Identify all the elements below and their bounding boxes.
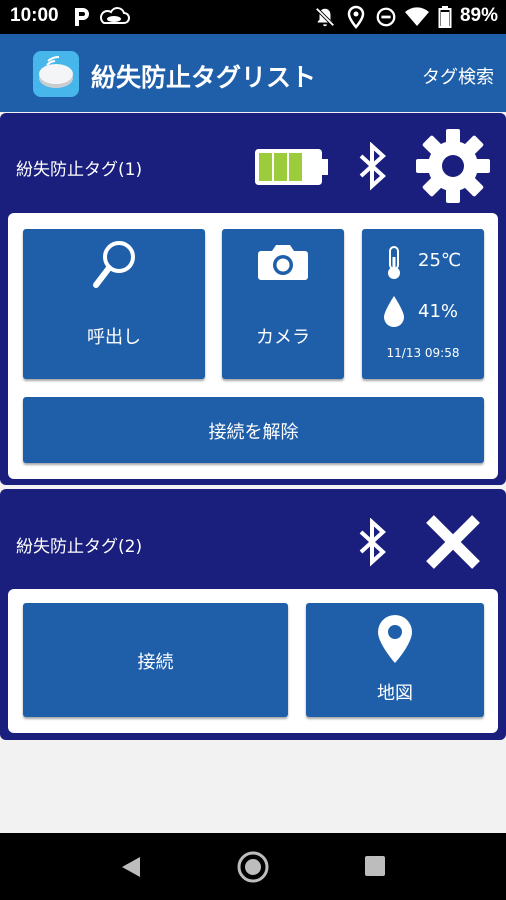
- p-icon: [75, 8, 89, 26]
- bluetooth-icon: [359, 518, 386, 567]
- do-not-disturb-icon: [376, 7, 396, 27]
- map-button[interactable]: 地図: [306, 603, 484, 717]
- humidity-value: 41%: [418, 301, 459, 322]
- close-icon[interactable]: [424, 513, 482, 571]
- app-bar: 紛失防止タグリスト タグ検索: [0, 34, 506, 112]
- navigation-bar: [0, 833, 506, 900]
- location-icon: [347, 5, 365, 29]
- map-label: 地図: [377, 683, 413, 704]
- battery-percent: 89%: [459, 5, 498, 26]
- disconnect-label: 接続を解除: [208, 422, 299, 443]
- call-label: 呼出し: [87, 327, 141, 348]
- connect-button[interactable]: 接続: [23, 603, 288, 717]
- tag-device-icon: [33, 51, 79, 97]
- call-button[interactable]: 呼出し: [23, 229, 205, 379]
- tag-search-button[interactable]: タグ検索: [422, 63, 494, 89]
- status-bar: 10:00 89%: [0, 0, 506, 34]
- battery-icon: [438, 6, 452, 28]
- camera-button[interactable]: カメラ: [222, 229, 344, 379]
- search-icon: [93, 241, 135, 288]
- home-icon[interactable]: [236, 850, 270, 884]
- tag-controls-panel: 接続 地図: [8, 589, 498, 733]
- humidity-drop-icon: [384, 296, 404, 327]
- tag-controls-panel: 呼出し カメラ 25℃ 41% 11/13 09:58 接続を解除: [8, 213, 498, 479]
- notifications-off-icon: [315, 7, 335, 27]
- settings-gear-icon[interactable]: [413, 126, 493, 206]
- recents-icon[interactable]: [364, 855, 386, 877]
- temperature-value: 25℃: [418, 250, 462, 271]
- disconnect-button[interactable]: 接続を解除: [23, 397, 484, 463]
- camera-icon: [258, 245, 308, 280]
- tag-name: 紛失防止タグ(1): [16, 160, 143, 180]
- map-pin-icon: [378, 615, 412, 663]
- status-time: 10:00: [10, 5, 59, 26]
- connect-label: 接続: [137, 652, 174, 673]
- thermometer-icon: [388, 246, 400, 279]
- back-icon[interactable]: [120, 855, 142, 879]
- app-title: 紛失防止タグリスト: [91, 63, 317, 92]
- sensor-panel: 25℃ 41% 11/13 09:58: [362, 229, 484, 379]
- tag-card-2: 紛失防止タグ(2) 接続 地図: [0, 489, 506, 740]
- sensor-timestamp: 11/13 09:58: [386, 346, 460, 360]
- cloud-icon: [100, 7, 130, 24]
- camera-label: カメラ: [256, 327, 310, 348]
- tag-card-1: 紛失防止タグ(1) 呼出し カメラ 25℃ 41% 11/13 09:58 接続…: [0, 113, 506, 485]
- tag-name: 紛失防止タグ(2): [16, 537, 143, 557]
- battery-level-icon: [255, 149, 328, 185]
- wifi-icon: [405, 7, 429, 26]
- bluetooth-icon: [359, 142, 386, 191]
